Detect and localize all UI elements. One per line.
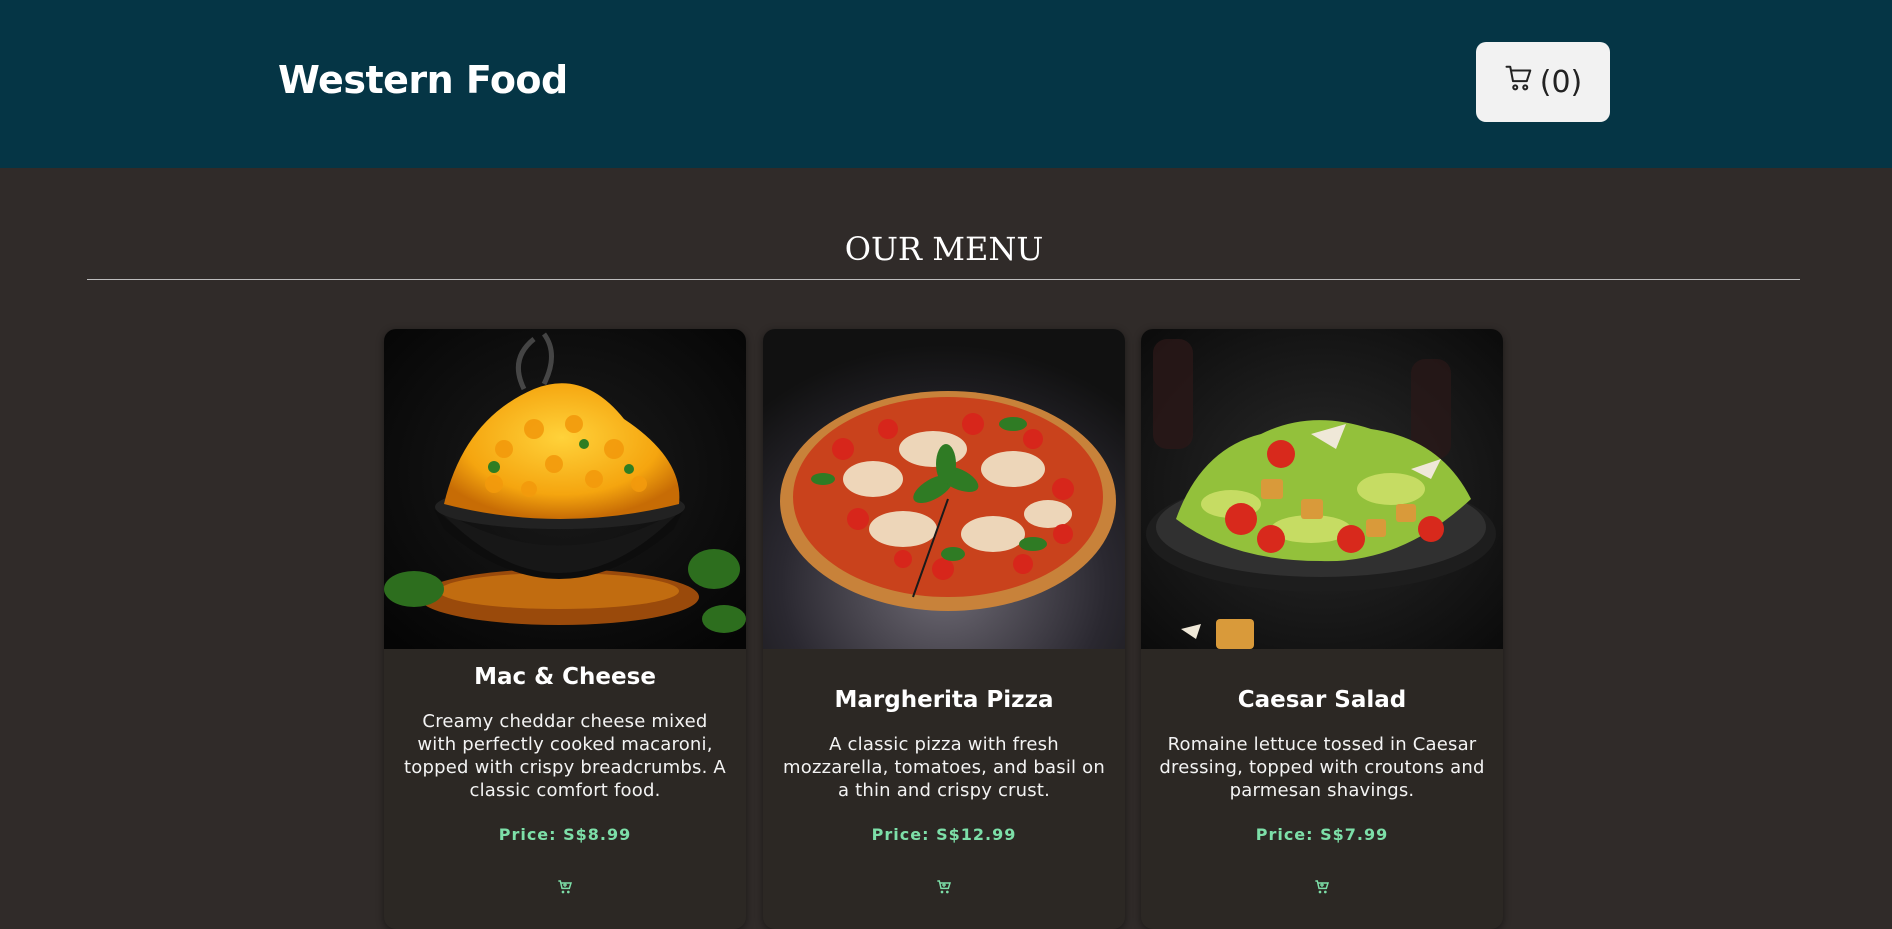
add-to-cart-icon	[937, 880, 951, 894]
menu-item-description: A classic pizza with fresh mozzarella, t…	[783, 734, 1105, 801]
shopping-cart-icon	[1504, 63, 1534, 101]
menu-card-mac-cheese: Mac & Cheese Creamy cheddar cheese mixed…	[384, 329, 746, 929]
add-to-cart-button[interactable]	[1312, 877, 1332, 897]
cart-count: (0)	[1539, 64, 1583, 100]
menu-heading: OUR MENU	[844, 230, 1044, 268]
margherita-pizza-image	[763, 329, 1125, 649]
menu-card-caesar-salad: Caesar Salad Romaine lettuce tossed in C…	[1141, 329, 1503, 929]
menu-item-name: Mac & Cheese	[474, 664, 656, 690]
site-header: Western Food (0)	[0, 0, 1892, 168]
menu-item-price: Price: S$7.99	[1255, 825, 1389, 844]
add-to-cart-icon	[1315, 880, 1329, 894]
add-to-cart-button[interactable]	[934, 877, 954, 897]
mac-cheese-image	[384, 329, 746, 649]
menu-item-price: Price: S$12.99	[871, 825, 1017, 844]
menu-item-description: Romaine lettuce tossed in Caesar dressin…	[1159, 734, 1485, 801]
cart-button[interactable]: (0)	[1476, 42, 1610, 122]
add-to-cart-icon	[558, 880, 572, 894]
menu-item-price: Price: S$8.99	[498, 825, 632, 844]
caesar-salad-image	[1141, 329, 1503, 649]
add-to-cart-button[interactable]	[555, 877, 575, 897]
menu-item-description: Creamy cheddar cheese mixed with perfect…	[404, 711, 726, 801]
menu-card-margherita-pizza: Margherita Pizza A classic pizza with fr…	[763, 329, 1125, 929]
brand-title[interactable]: Western Food	[278, 58, 568, 102]
menu-item-name: Caesar Salad	[1237, 687, 1407, 713]
menu-divider	[87, 279, 1800, 280]
menu-item-name: Margherita Pizza	[834, 687, 1054, 713]
